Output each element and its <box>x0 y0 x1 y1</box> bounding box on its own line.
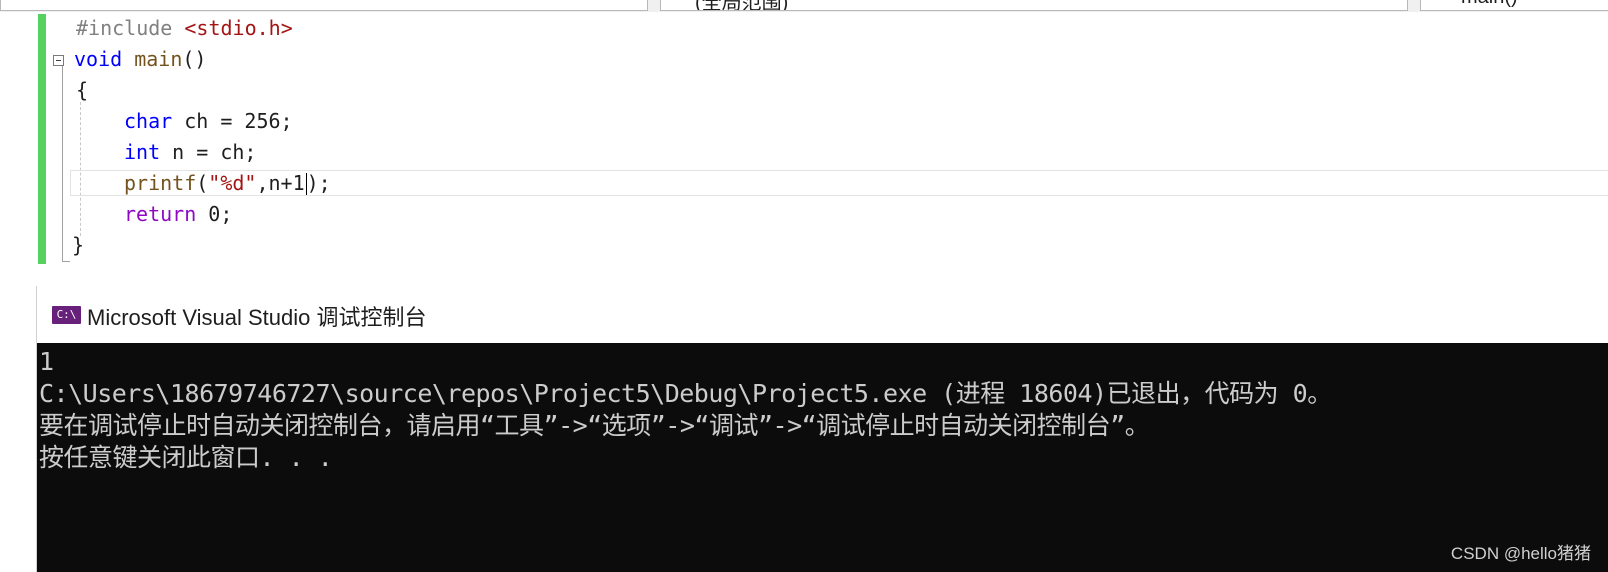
console-output-line: 按任意键关闭此窗口. . . <box>39 443 333 472</box>
keyword-char: char <box>124 109 173 133</box>
watermark-text: CSDN @hello猪猪 <box>1450 544 1591 563</box>
console-output-line: 1 <box>39 347 54 376</box>
close-brace: } <box>72 233 85 257</box>
scope-dropdown[interactable]: (全局范围) <box>660 0 1408 11</box>
outline-line-end <box>62 261 70 262</box>
code-editor[interactable]: #include <stdio.h> void main() { char ch… <box>0 12 1608 274</box>
console-titlebar[interactable]: C:\ Microsoft Visual Studio 调试控制台 <box>37 286 1608 343</box>
code-line-char-decl: char ch = 256; <box>124 106 293 137</box>
change-tracking-bar <box>38 14 46 264</box>
code-line-open-brace: { <box>76 75 88 106</box>
preprocessor-directive: #include <box>76 16 185 40</box>
function-name: main <box>122 47 183 71</box>
keyword-return: return <box>124 202 197 226</box>
scope-dropdown-label: (全局范围) <box>695 0 789 11</box>
include-header: <stdio.h> <box>184 16 293 40</box>
indent-guide <box>80 102 81 236</box>
code-line-return: return 0; <box>124 199 232 230</box>
code-line-int-decl: int n = ch; <box>124 137 256 168</box>
collapse-toggle-icon[interactable] <box>53 55 64 66</box>
printf-argument: ,n+1 <box>256 171 305 195</box>
console-output[interactable]: 1 C:\Users\18679746727\source\repos\Proj… <box>39 346 1332 474</box>
keyword-int: int <box>124 140 161 164</box>
code-line-main-signature: void main() <box>74 44 206 75</box>
member-dropdown-label: main() <box>1461 0 1518 9</box>
printf-call: printf <box>124 171 197 195</box>
close-paren: ); <box>306 171 331 195</box>
code-line-close-brace: } <box>72 230 84 261</box>
open-brace: { <box>76 78 89 102</box>
member-dropdown[interactable]: main() <box>1420 0 1608 11</box>
project-dropdown[interactable] <box>0 0 648 11</box>
debug-console-window[interactable]: C:\ Microsoft Visual Studio 调试控制台 1 C:\U… <box>36 286 1608 572</box>
open-paren: ( <box>196 171 209 195</box>
char-declaration: ch = 256; <box>172 109 293 133</box>
code-line-include: #include <stdio.h> <box>76 13 293 44</box>
console-title: Microsoft Visual Studio 调试控制台 <box>87 305 427 330</box>
int-declaration: n = ch; <box>160 140 257 164</box>
parameter-list: () <box>182 47 207 71</box>
console-output-line: 要在调试停止时自动关闭控制台，请启用“工具”->“选项”->“调试”->“调试停… <box>39 411 1150 440</box>
keyword-void: void <box>74 47 123 71</box>
outline-line <box>62 66 63 262</box>
console-app-icon: C:\ <box>52 306 81 324</box>
format-string: "%d" <box>208 171 257 195</box>
console-output-line: C:\Users\18679746727\source\repos\Projec… <box>39 379 1332 408</box>
return-value: 0; <box>196 202 233 226</box>
code-line-printf: printf("%d",n+1); <box>124 168 331 199</box>
